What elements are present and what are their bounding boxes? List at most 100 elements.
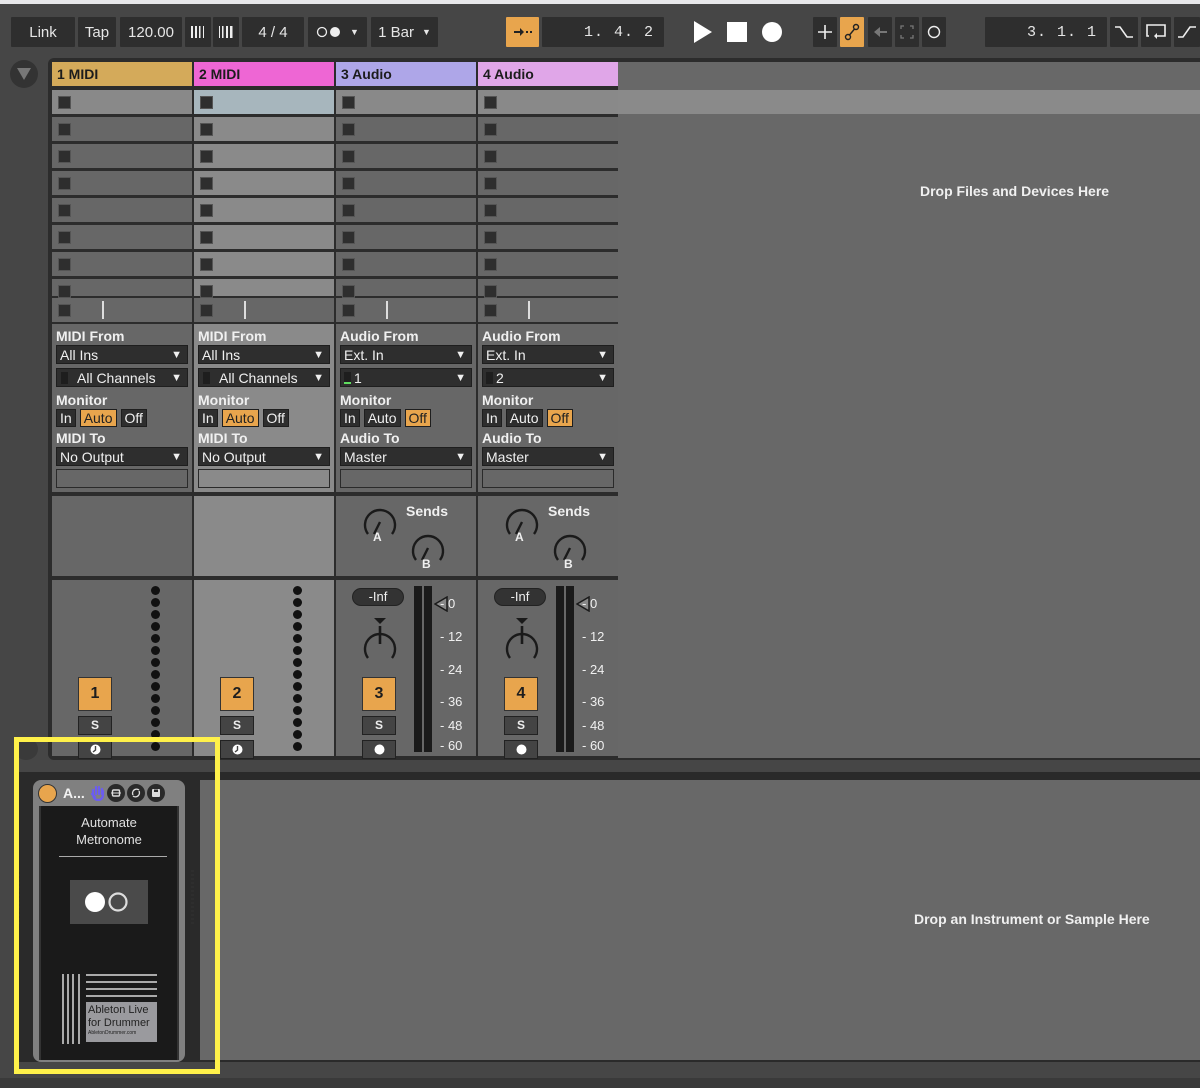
output-channel-field[interactable] xyxy=(340,469,472,488)
output-type-dropdown[interactable]: Master ▼ xyxy=(340,447,472,466)
clip-slot[interactable] xyxy=(336,90,476,114)
clip-stop-button[interactable] xyxy=(484,123,497,136)
input-channel-dropdown[interactable]: All Channels ▼ xyxy=(198,368,330,387)
clip-stop-button[interactable] xyxy=(200,231,213,244)
input-channel-dropdown[interactable]: 2 ▼ xyxy=(482,368,614,387)
clip-slot[interactable] xyxy=(478,225,618,249)
quantization-dropdown[interactable]: 1 Bar ▼ xyxy=(371,17,438,47)
output-type-dropdown[interactable]: No Output ▼ xyxy=(56,447,188,466)
drop-area[interactable] xyxy=(618,62,1200,758)
clip-slot[interactable] xyxy=(194,225,334,249)
monitor-off-button[interactable]: Off xyxy=(404,409,431,427)
track-header[interactable]: 3 Audio xyxy=(336,62,476,86)
re-enable-automation-button[interactable] xyxy=(868,17,892,47)
output-type-dropdown[interactable]: Master ▼ xyxy=(482,447,614,466)
arm-button[interactable] xyxy=(220,740,254,759)
volume-display[interactable]: -Inf xyxy=(352,588,404,606)
clip-slot[interactable] xyxy=(52,117,192,141)
clip-stop-button[interactable] xyxy=(342,304,355,317)
monitor-off-button[interactable]: Off xyxy=(546,409,573,427)
pan-knob[interactable] xyxy=(358,616,402,664)
track-activator-button[interactable]: 1 xyxy=(78,677,112,711)
device-title-bar[interactable]: A... xyxy=(33,780,185,806)
stop-clips-slot[interactable] xyxy=(52,298,192,322)
monitor-auto-button[interactable]: Auto xyxy=(221,409,259,427)
output-channel-field[interactable] xyxy=(56,469,188,488)
tempo-field[interactable]: 120.00 xyxy=(120,17,182,47)
input-type-dropdown[interactable]: Ext. In ▼ xyxy=(482,345,614,364)
solo-button[interactable]: S xyxy=(78,716,112,735)
link-button[interactable]: Link xyxy=(11,17,75,47)
monitor-auto-button[interactable]: Auto xyxy=(505,409,543,427)
clip-stop-button[interactable] xyxy=(200,123,213,136)
clip-slot[interactable] xyxy=(478,144,618,168)
capture-midi-button[interactable] xyxy=(895,17,919,47)
clip-stop-button[interactable] xyxy=(58,258,71,271)
clip-stop-button[interactable] xyxy=(58,285,71,298)
clip-slot[interactable] xyxy=(194,144,334,168)
stop-clips-slot[interactable] xyxy=(194,298,334,322)
track-activator-button[interactable]: 2 xyxy=(220,677,254,711)
device-view-toggle[interactable] xyxy=(14,738,38,760)
clip-slot[interactable] xyxy=(478,279,618,298)
follow-button[interactable] xyxy=(506,17,539,47)
clip-slot[interactable] xyxy=(478,171,618,195)
clip-slot[interactable] xyxy=(336,144,476,168)
punch-out-button[interactable] xyxy=(1174,17,1200,47)
clip-slot[interactable] xyxy=(336,279,476,298)
loop-button[interactable] xyxy=(1141,17,1171,47)
record-button[interactable] xyxy=(759,17,785,47)
input-type-dropdown[interactable]: All Ins ▼ xyxy=(56,345,188,364)
monitor-auto-button[interactable]: Auto xyxy=(79,409,117,427)
punch-in-button[interactable] xyxy=(1110,17,1138,47)
clip-stop-button[interactable] xyxy=(58,204,71,217)
input-type-dropdown[interactable]: Ext. In ▼ xyxy=(340,345,472,364)
clip-slot[interactable] xyxy=(194,198,334,222)
clip-slot[interactable] xyxy=(52,252,192,276)
device-chain-drop-area[interactable]: Drop an Instrument or Sample Here xyxy=(200,780,1200,1060)
track-header[interactable]: 2 MIDI xyxy=(194,62,334,86)
clip-stop-button[interactable] xyxy=(200,204,213,217)
tap-tempo-button[interactable]: Tap xyxy=(78,17,116,47)
arrangement-position-field[interactable]: 1. 4. 2 xyxy=(542,17,664,47)
track-activator-button[interactable]: 4 xyxy=(504,677,538,711)
device-activator-button[interactable] xyxy=(38,783,57,803)
input-channel-dropdown[interactable]: All Channels ▼ xyxy=(56,368,188,387)
clip-slot[interactable] xyxy=(194,117,334,141)
hot-swap-button[interactable] xyxy=(126,784,145,802)
clip-stop-button[interactable] xyxy=(58,177,71,190)
automation-arm-button[interactable] xyxy=(840,17,864,47)
track-header[interactable]: 1 MIDI xyxy=(52,62,192,86)
clip-stop-button[interactable] xyxy=(484,204,497,217)
clip-slot[interactable] xyxy=(52,225,192,249)
monitor-in-button[interactable]: In xyxy=(56,409,76,427)
clip-slot[interactable] xyxy=(52,90,192,114)
solo-button[interactable]: S xyxy=(220,716,254,735)
track-activator-button[interactable]: 3 xyxy=(362,677,396,711)
clip-slot[interactable] xyxy=(194,90,334,114)
metronome-button[interactable]: ▼ xyxy=(308,17,367,47)
clip-stop-button[interactable] xyxy=(58,96,71,109)
clip-slot[interactable] xyxy=(336,225,476,249)
session-record-button[interactable] xyxy=(922,17,946,47)
monitor-in-button[interactable]: In xyxy=(340,409,360,427)
clip-slot[interactable] xyxy=(478,198,618,222)
clip-stop-button[interactable] xyxy=(484,285,497,298)
clip-stop-button[interactable] xyxy=(200,96,213,109)
clip-slot[interactable] xyxy=(478,117,618,141)
clip-stop-button[interactable] xyxy=(484,177,497,190)
clip-slot[interactable] xyxy=(478,252,618,276)
clip-stop-button[interactable] xyxy=(342,150,355,163)
play-button[interactable] xyxy=(690,17,716,47)
output-type-dropdown[interactable]: No Output ▼ xyxy=(198,447,330,466)
output-channel-field[interactable] xyxy=(482,469,614,488)
track-header[interactable]: 4 Audio xyxy=(478,62,618,86)
clip-slot[interactable] xyxy=(336,117,476,141)
clip-slot[interactable] xyxy=(52,198,192,222)
clip-slot[interactable] xyxy=(194,252,334,276)
save-preset-button[interactable] xyxy=(146,784,165,802)
clip-slot[interactable] xyxy=(336,252,476,276)
clip-stop-button[interactable] xyxy=(484,150,497,163)
clip-slot[interactable] xyxy=(52,171,192,195)
clip-stop-button[interactable] xyxy=(58,231,71,244)
